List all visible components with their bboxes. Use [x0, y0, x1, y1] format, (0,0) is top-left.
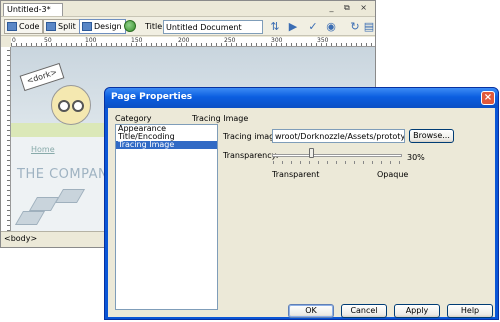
- live-view-icon[interactable]: [124, 20, 136, 32]
- code-view-icon: [7, 22, 17, 31]
- decorative-tile: [28, 197, 60, 211]
- cancel-button[interactable]: Cancel: [341, 304, 387, 318]
- company-heading: THE COMPANY: [17, 167, 117, 182]
- editor-window-controls[interactable]: _ ⧉ ×: [329, 3, 371, 13]
- mascot-image: [51, 85, 91, 125]
- ruler-tick: 100: [85, 37, 97, 44]
- tracing-image-path-input[interactable]: [272, 129, 405, 143]
- decorative-tile: [14, 211, 46, 225]
- mascot-eye: [58, 100, 70, 112]
- transparency-value: 30%: [407, 153, 425, 162]
- ruler-tick: 0: [12, 37, 16, 44]
- transparency-slider-ticks: [273, 161, 401, 164]
- vertical-ruler: [1, 47, 11, 231]
- file-management-icon[interactable]: ⇅: [267, 20, 283, 33]
- slider-max-label: Opaque: [377, 170, 409, 179]
- browse-button[interactable]: Browse...: [409, 129, 454, 143]
- ruler-tick: 350: [317, 37, 329, 44]
- transparency-label: Transparency:: [223, 151, 279, 160]
- transparency-slider-thumb[interactable]: [309, 148, 314, 158]
- mascot-eye: [72, 100, 84, 112]
- design-view-button[interactable]: Design: [79, 19, 126, 34]
- ruler-tick: 50: [44, 37, 52, 44]
- dialog-titlebar[interactable]: Page Properties ×: [105, 88, 498, 108]
- category-label: Category: [115, 114, 152, 123]
- code-view-label: Code: [19, 22, 40, 31]
- split-view-label: Split: [58, 22, 76, 31]
- document-tab[interactable]: Untitled-3*: [3, 3, 63, 16]
- design-view-label: Design: [94, 22, 122, 31]
- decorative-tile: [54, 189, 86, 203]
- ruler-tick: 250: [224, 37, 236, 44]
- code-view-button[interactable]: Code: [4, 19, 44, 34]
- category-list[interactable]: Appearance Title/Encoding Tracing Image: [115, 124, 218, 310]
- validate-icon[interactable]: ◉: [323, 20, 339, 33]
- horizontal-ruler: 0 50 100 150 200 250 300 350: [11, 37, 375, 47]
- doc-title-input[interactable]: [163, 20, 263, 34]
- preview-icon[interactable]: ▶: [285, 20, 301, 33]
- check-browser-icon[interactable]: ✓: [305, 20, 321, 33]
- document-toolbar: Code Split Design Title: ⇅ ▶ ✓ ◉ ↻ ▤: [1, 16, 375, 36]
- body-tag[interactable]: <body>: [4, 234, 37, 243]
- ruler-tick: 200: [178, 37, 190, 44]
- design-view-icon: [82, 22, 92, 31]
- section-title: Tracing Image: [192, 114, 249, 123]
- slider-min-label: Transparent: [272, 170, 320, 179]
- category-item[interactable]: Tracing Image: [116, 141, 217, 149]
- document-tab-label: Untitled-3*: [7, 5, 51, 14]
- ok-button[interactable]: OK: [288, 304, 334, 318]
- transparency-slider-track[interactable]: [272, 154, 402, 157]
- doc-title-label: Title:: [145, 22, 165, 31]
- ruler-tick: 300: [271, 37, 283, 44]
- view-options-icon[interactable]: ▤: [361, 20, 377, 33]
- close-icon[interactable]: ×: [481, 91, 495, 105]
- apply-button[interactable]: Apply: [394, 304, 440, 318]
- page-properties-dialog: Page Properties × Category Appearance Tit…: [104, 87, 499, 320]
- home-link[interactable]: Home: [31, 145, 55, 154]
- ruler-tick: 150: [131, 37, 143, 44]
- dialog-body: Category Appearance Title/Encoding Tracing…: [108, 108, 495, 318]
- split-view-button[interactable]: Split: [43, 19, 80, 34]
- split-view-icon: [46, 22, 56, 31]
- help-button[interactable]: Help: [447, 304, 493, 318]
- dialog-title: Page Properties: [111, 92, 193, 102]
